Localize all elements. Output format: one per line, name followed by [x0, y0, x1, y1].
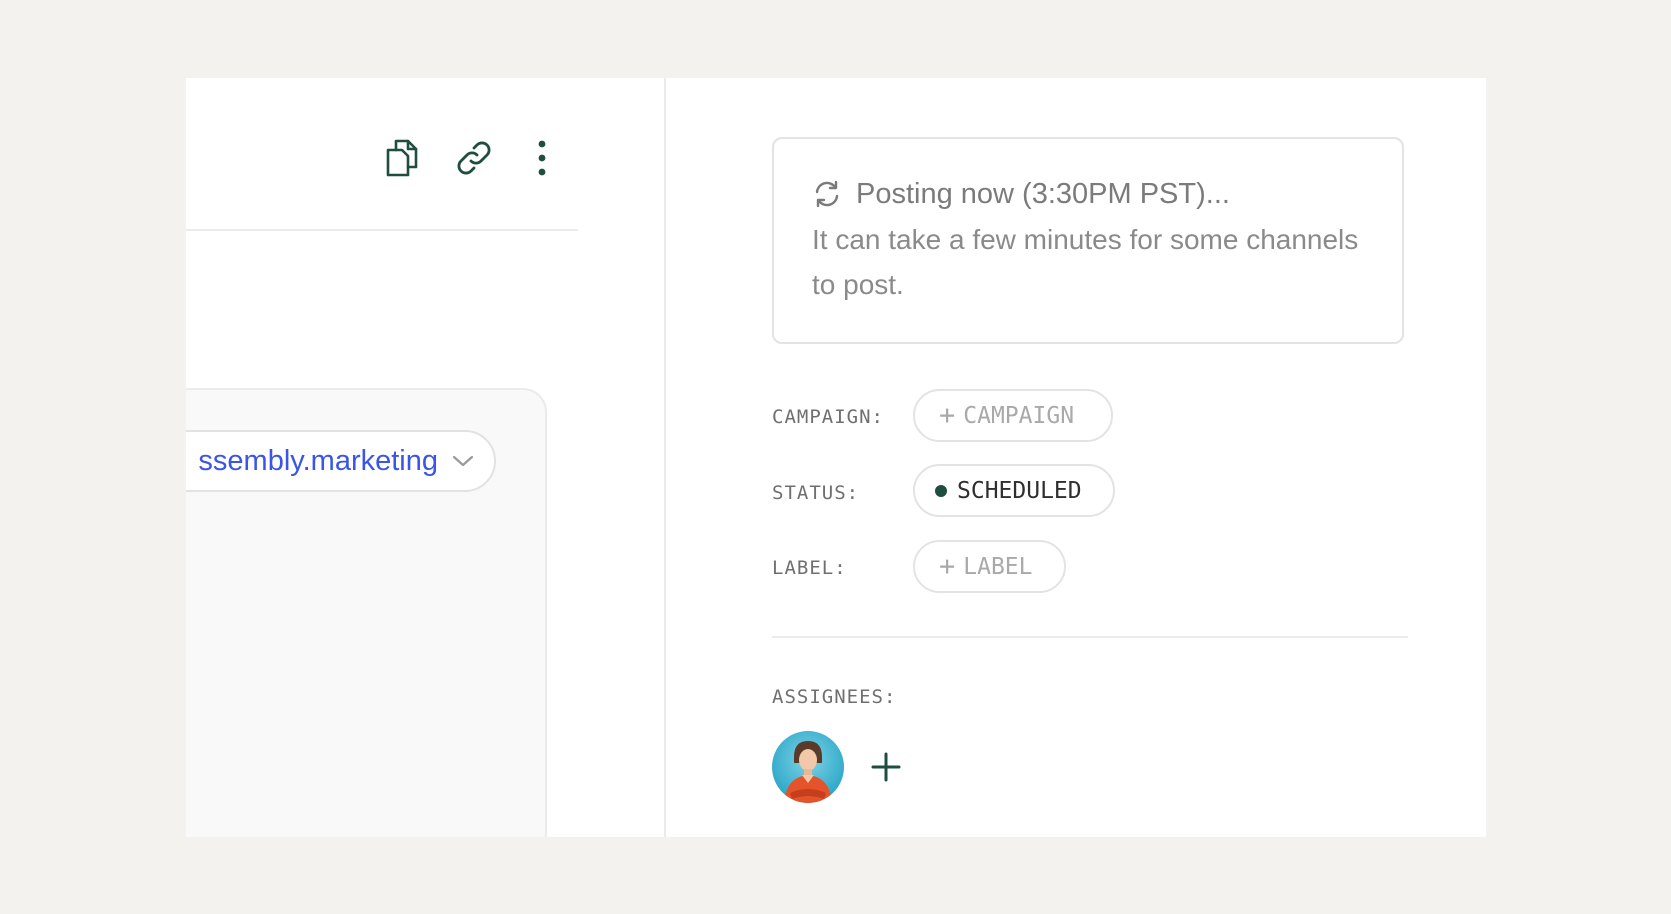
plus-icon: [871, 752, 901, 782]
campaign-label: CAMPAIGN:: [772, 406, 884, 428]
assignee-avatar[interactable]: [772, 731, 844, 803]
posting-status-box: Posting now (3:30PM PST)... It can take …: [772, 137, 1404, 344]
posting-status-heading: Posting now (3:30PM PST)...: [812, 175, 1366, 213]
add-campaign-text: CAMPAIGN: [963, 402, 1075, 429]
toolbar-divider: [186, 229, 578, 231]
chevron-down-icon: [452, 455, 474, 467]
link-domain-selector[interactable]: ssembly.marketing: [186, 430, 496, 492]
post-editor-pane: ssembly.marketing: [186, 78, 666, 837]
post-detail-card: ssembly.marketing Posting now (3:30PM PS…: [186, 78, 1486, 837]
duplicate-button[interactable]: [380, 136, 424, 180]
add-label-text: LABEL: [963, 553, 1033, 580]
meta-divider: [772, 636, 1408, 638]
copy-icon: [386, 139, 418, 177]
refresh-icon: [815, 180, 839, 208]
add-label-button[interactable]: + LABEL: [913, 540, 1066, 593]
add-campaign-button[interactable]: + CAMPAIGN: [913, 389, 1113, 442]
copy-link-button[interactable]: [452, 136, 496, 180]
plus-icon: +: [939, 400, 956, 431]
avatar-icon: [772, 731, 844, 803]
status-badge[interactable]: SCHEDULED: [913, 464, 1115, 517]
more-options-button[interactable]: [520, 136, 564, 180]
status-value: SCHEDULED: [957, 477, 1082, 504]
status-label: STATUS:: [772, 482, 860, 504]
posting-status-description: It can take a few minutes for some chann…: [812, 224, 1359, 300]
assignees-label: ASSIGNEES:: [772, 686, 897, 708]
plus-icon: +: [939, 551, 956, 582]
add-assignee-button[interactable]: [864, 745, 908, 789]
label-label: LABEL:: [772, 557, 847, 579]
status-dot-icon: [935, 484, 947, 497]
link-domain-text: ssembly.marketing: [198, 444, 438, 477]
posting-status-title: Posting now (3:30PM PST)...: [856, 178, 1230, 210]
more-vertical-icon: [538, 140, 546, 176]
link-icon: [457, 141, 491, 175]
